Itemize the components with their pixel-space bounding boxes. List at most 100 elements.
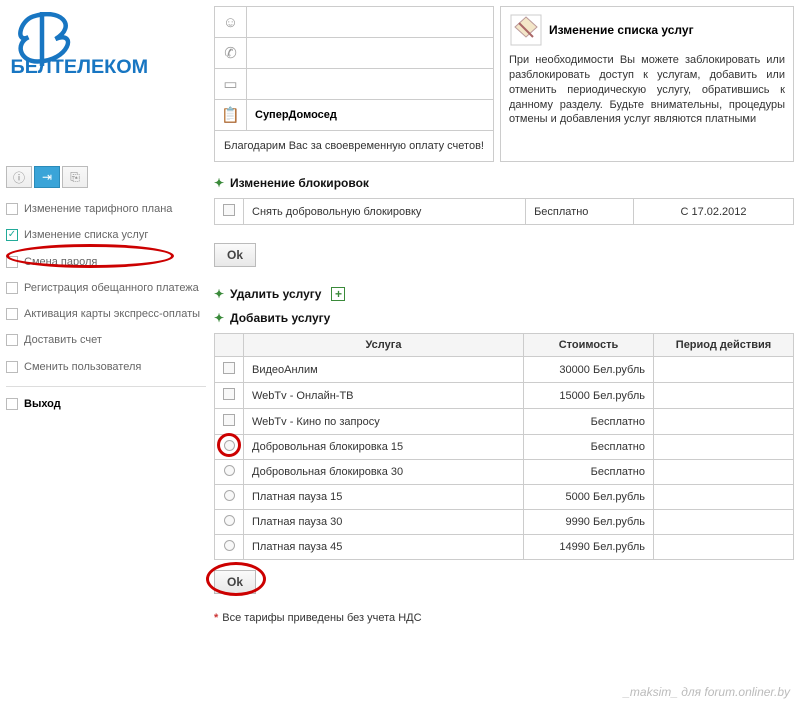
service-name: Платная пауза 30 (244, 510, 524, 535)
info-body: При необходимости Вы можете заблокироват… (509, 53, 785, 127)
radio[interactable] (224, 540, 235, 551)
sidebar-item-label: Изменение тарифного плана (24, 202, 172, 216)
sidebar-item-label: Регистрация обещанного платежа (24, 281, 199, 295)
checkbox-icon (6, 229, 18, 241)
phone-icon: ✆ (215, 38, 247, 68)
th-name: Услуга (244, 334, 524, 357)
checkbox-icon (6, 308, 18, 320)
watermark: _maksim_ для forum.onliner.by (623, 685, 790, 699)
sidebar-item[interactable]: Регистрация обещанного платежа (6, 275, 206, 301)
footnote: *Все тарифы приведены без учета НДС (214, 612, 794, 624)
sidebar-item[interactable]: Сменить пользователя (6, 354, 206, 380)
block-cost: Бесплатно (526, 199, 634, 225)
checkbox-icon (6, 282, 18, 294)
radio[interactable] (224, 515, 235, 526)
checkbox-icon (6, 361, 18, 373)
service-name: Добровольная блокировка 15 (244, 435, 524, 460)
expand-icon[interactable]: + (331, 287, 345, 301)
checkbox[interactable] (223, 414, 235, 426)
table-row: Добровольная блокировка 15Бесплатно (215, 435, 794, 460)
logo-text: БЕЛТЕЛЕКОМ (11, 56, 149, 75)
plus-icon: ✦ (214, 289, 224, 299)
checkbox-icon (6, 256, 18, 268)
service-period (654, 435, 794, 460)
service-period (654, 409, 794, 435)
services-icon (509, 13, 543, 47)
table-row: Добровольная блокировка 30Бесплатно (215, 460, 794, 485)
sidebar-item-label: Изменение списка услуг (24, 228, 148, 242)
table-row: Снять добровольную блокировку Бесплатно … (215, 199, 794, 225)
checkbox[interactable] (223, 388, 235, 400)
service-name: WebTv - Кино по запросу (244, 409, 524, 435)
table-row: Платная пауза 4514990 Бел.рубль (215, 535, 794, 560)
section-blocks-header: ✦ Изменение блокировок (214, 176, 794, 190)
service-name: Платная пауза 15 (244, 485, 524, 510)
services-tab-icon[interactable]: ⇥ (34, 166, 60, 188)
sidebar-item-label: Смена пароля (24, 255, 97, 269)
service-period (654, 460, 794, 485)
ok-button-bottom[interactable]: Ok (214, 570, 256, 594)
service-cost: 14990 Бел.рубль (524, 535, 654, 560)
table-row: Платная пауза 309990 Бел.рубль (215, 510, 794, 535)
service-name: ВидеоАнлим (244, 357, 524, 383)
info-panel: Изменение списка услуг При необходимости… (500, 6, 794, 162)
plus-icon: ✦ (214, 178, 224, 188)
checkbox-icon (6, 334, 18, 346)
sidebar-item[interactable]: Активация карты экспресс-оплаты (6, 301, 206, 327)
unblock-table: Снять добровольную блокировку Бесплатно … (214, 198, 794, 225)
sidebar-item[interactable]: Изменение списка услуг (6, 222, 206, 248)
th-period: Период действия (654, 334, 794, 357)
smile-icon: ☺ (215, 7, 247, 37)
service-name: Платная пауза 45 (244, 535, 524, 560)
service-name: WebTv - Онлайн-ТВ (244, 383, 524, 409)
logout-tab-icon[interactable]: ⎘ (62, 166, 88, 188)
radio[interactable] (224, 490, 235, 501)
service-name: Добровольная блокировка 30 (244, 460, 524, 485)
clipboard-icon: 📋 (215, 100, 247, 130)
service-cost: 30000 Бел.рубль (524, 357, 654, 383)
table-row: WebTv - Кино по запросуБесплатно (215, 409, 794, 435)
sidebar-item-label: Активация карты экспресс-оплаты (24, 307, 200, 321)
sidebar-item[interactable]: Доставить счет (6, 327, 206, 353)
section-add-header: ✦ Добавить услугу (214, 311, 794, 325)
service-cost: 9990 Бел.рубль (524, 510, 654, 535)
account-summary-box: ☺ ✆ ▭ 📋СуперДомосед Благодарим Вас за св… (214, 6, 494, 162)
service-cost: Бесплатно (524, 460, 654, 485)
logo: БЕЛТЕЛЕКОМ (6, 6, 206, 162)
checkbox-icon (6, 398, 18, 410)
sidebar-item-label: Сменить пользователя (24, 360, 141, 374)
asterisk-icon: * (214, 612, 218, 624)
table-row: Платная пауза 155000 Бел.рубль (215, 485, 794, 510)
main-content: ✦ Изменение блокировок Снять добровольну… (214, 162, 794, 624)
ok-button-top[interactable]: Ok (214, 243, 256, 267)
block-since: С 17.02.2012 (634, 199, 794, 225)
sidebar: ⓘ ⇥ ⎘ Изменение тарифного плана Изменение… (6, 162, 206, 624)
service-period (654, 510, 794, 535)
table-row: ВидеоАнлим30000 Бел.рубль (215, 357, 794, 383)
info-title: Изменение списка услуг (549, 23, 694, 37)
radio[interactable] (224, 465, 235, 476)
checkbox-icon (6, 203, 18, 215)
plus-icon: ✦ (214, 313, 224, 323)
service-cost: 15000 Бел.рубль (524, 383, 654, 409)
service-period (654, 383, 794, 409)
sidebar-item[interactable]: Смена пароля (6, 249, 206, 275)
block-name: Снять добровольную блокировку (244, 199, 526, 225)
sidebar-exit-label: Выход (24, 397, 61, 411)
sidebar-item[interactable]: Изменение тарифного плана (6, 196, 206, 222)
info-tab-icon[interactable]: ⓘ (6, 166, 32, 188)
radio[interactable] (224, 440, 235, 451)
service-cost: Бесплатно (524, 409, 654, 435)
service-period (654, 485, 794, 510)
table-row: WebTv - Онлайн-ТВ15000 Бел.рубль (215, 383, 794, 409)
service-period (654, 535, 794, 560)
service-cost: Бесплатно (524, 435, 654, 460)
th-cost: Стоимость (524, 334, 654, 357)
service-period (654, 357, 794, 383)
sidebar-item-label: Доставить счет (24, 333, 102, 347)
section-remove-header: ✦ Удалить услугу + (214, 287, 794, 301)
checkbox[interactable] (223, 204, 235, 216)
services-table: Услуга Стоимость Период действия ВидеоАн… (214, 333, 794, 560)
sidebar-exit[interactable]: Выход (6, 386, 206, 417)
checkbox[interactable] (223, 362, 235, 374)
